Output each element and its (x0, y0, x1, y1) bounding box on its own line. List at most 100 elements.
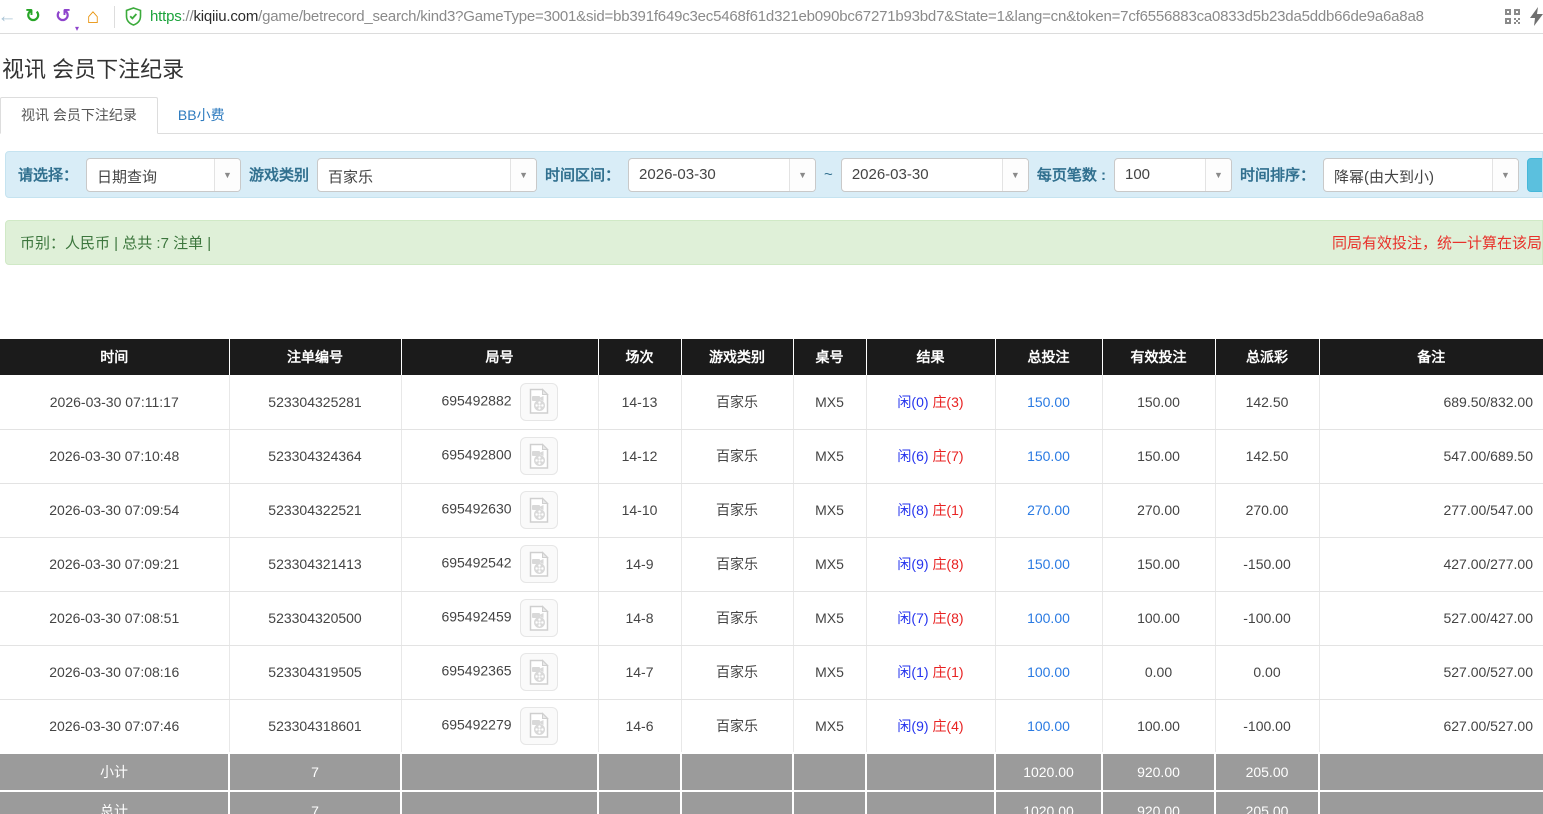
subtotal-label: 小计 (0, 753, 229, 791)
column-header: 注单编号 (229, 339, 401, 375)
cell-game-type: 百家乐 (681, 429, 793, 483)
video-replay-button[interactable] (520, 437, 558, 475)
table-row: 2026-03-30 07:11:17523304325281695492882… (0, 375, 1543, 429)
film-document-icon (528, 712, 550, 739)
home-icon[interactable]: ⌂ (80, 1, 106, 33)
table-row: 2026-03-30 07:09:54523304322521695492630… (0, 483, 1543, 537)
browser-toolbar: ← ↻ ↺▾ ⌂ https://kiqiiu.com/game/betreco… (0, 0, 1543, 34)
cell-total-bet: 100.00 (995, 591, 1102, 645)
cell-valid-bet: 100.00 (1102, 699, 1215, 753)
cell-valid-bet: 150.00 (1102, 375, 1215, 429)
cell-time: 2026-03-30 07:09:21 (0, 537, 229, 591)
cell-table-no: MX5 (793, 537, 866, 591)
total-bet-link[interactable]: 270.00 (1027, 502, 1070, 518)
table-foot: 小计71020.00920.00205.00总计71020.00920.0020… (0, 753, 1543, 814)
cell-table-no: MX5 (793, 699, 866, 753)
shield-check-icon[interactable] (125, 7, 142, 26)
lightning-icon[interactable] (1530, 7, 1543, 26)
subtotal-count: 7 (229, 753, 401, 791)
chevron-down-icon[interactable]: ▼ (1492, 159, 1518, 191)
total-bet-link[interactable]: 150.00 (1027, 556, 1070, 572)
cell-payout: -150.00 (1215, 537, 1319, 591)
film-document-icon (528, 659, 550, 686)
total-bet-link[interactable]: 100.00 (1027, 664, 1070, 680)
search-button[interactable]: 查询 (1527, 158, 1543, 192)
cell-session: 14-12 (598, 429, 681, 483)
video-replay-button[interactable] (520, 383, 558, 421)
column-header: 场次 (598, 339, 681, 375)
cell-table-no: MX5 (793, 375, 866, 429)
qr-code-icon[interactable] (1505, 9, 1520, 24)
cell-bet-id: 523304321413 (229, 537, 401, 591)
undo-caret-icon[interactable]: ▾ (75, 13, 79, 45)
cell-valid-bet: 150.00 (1102, 537, 1215, 591)
subtotal-empty-cell (598, 753, 681, 791)
column-header: 总派彩 (1215, 339, 1319, 375)
cell-time: 2026-03-30 07:09:54 (0, 483, 229, 537)
total-empty-cell (866, 791, 995, 814)
page-size-select[interactable]: 100 ▼ (1114, 158, 1232, 192)
total-label: 总计 (0, 791, 229, 814)
date-from-value: 2026-03-30 (629, 159, 789, 191)
chevron-down-icon[interactable]: ▼ (1205, 159, 1231, 191)
result-player: 闲(9) (897, 718, 928, 734)
address-bar[interactable]: https://kiqiiu.com/game/betrecord_search… (150, 8, 1491, 25)
filter-bar: 请选择： 日期查询 ▼ 游戏类别 百家乐 ▼ 时间区间： 2026-03-30 … (5, 151, 1543, 198)
back-icon[interactable]: ← (0, 1, 20, 33)
query-type-select[interactable]: 日期查询 ▼ (86, 158, 241, 192)
cell-payout: 142.50 (1215, 429, 1319, 483)
cell-game-type: 百家乐 (681, 483, 793, 537)
cell-round: 695492459 (401, 591, 598, 645)
cell-valid-bet: 270.00 (1102, 483, 1215, 537)
round-number: 695492365 (441, 663, 511, 679)
refresh-icon[interactable]: ↻ (20, 1, 46, 33)
chevron-down-icon[interactable]: ▼ (510, 159, 536, 191)
round-number: 695492630 (441, 501, 511, 517)
table-body: 2026-03-30 07:11:17523304325281695492882… (0, 375, 1543, 753)
game-type-select[interactable]: 百家乐 ▼ (317, 158, 537, 192)
cell-session: 14-10 (598, 483, 681, 537)
total-valid-bet: 920.00 (1102, 791, 1215, 814)
cell-total-bet: 100.00 (995, 645, 1102, 699)
cell-table-no: MX5 (793, 645, 866, 699)
total-bet-link[interactable]: 150.00 (1027, 394, 1070, 410)
total-bet-link[interactable]: 150.00 (1027, 448, 1070, 464)
subtotal-payout: 205.00 (1215, 753, 1319, 791)
video-replay-button[interactable] (520, 545, 558, 583)
cell-result: 闲(9) 庄(8) (866, 537, 995, 591)
subtotal-empty-cell (793, 753, 866, 791)
video-replay-button[interactable] (520, 707, 558, 745)
total-count: 7 (229, 791, 401, 814)
video-replay-button[interactable] (520, 599, 558, 637)
date-to-input[interactable]: 2026-03-30 ▼ (841, 158, 1029, 192)
film-document-icon (528, 497, 550, 524)
range-separator: ~ (824, 166, 833, 183)
cell-remark: 689.50/832.00 (1319, 375, 1543, 429)
cell-round: 695492630 (401, 483, 598, 537)
tab-bb-tip[interactable]: BB小费 (158, 98, 245, 133)
video-replay-button[interactable] (520, 491, 558, 529)
cell-table-no: MX5 (793, 591, 866, 645)
column-header: 备注 (1319, 339, 1543, 375)
chevron-down-icon[interactable]: ▼ (789, 159, 815, 191)
undo-icon[interactable]: ↺▾ (46, 1, 80, 33)
round-number: 695492459 (441, 609, 511, 625)
result-banker: 庄(3) (932, 394, 963, 410)
video-replay-button[interactable] (520, 653, 558, 691)
cell-payout: -100.00 (1215, 591, 1319, 645)
total-bet-link[interactable]: 100.00 (1027, 718, 1070, 734)
chevron-down-icon[interactable]: ▼ (214, 159, 240, 191)
round-number: 695492800 (441, 447, 511, 463)
subtotal-empty-cell (1319, 753, 1543, 791)
date-from-input[interactable]: 2026-03-30 ▼ (628, 158, 816, 192)
sort-select[interactable]: 降幂(由大到小) ▼ (1323, 158, 1519, 192)
result-banker: 庄(8) (932, 610, 963, 626)
date-to-value: 2026-03-30 (842, 159, 1002, 191)
subtotal-row: 小计71020.00920.00205.00 (0, 753, 1543, 791)
total-bet-link[interactable]: 100.00 (1027, 610, 1070, 626)
cell-payout: 142.50 (1215, 375, 1319, 429)
chevron-down-icon[interactable]: ▼ (1002, 159, 1028, 191)
tab-bet-records[interactable]: 视讯 会员下注纪录 (0, 97, 158, 134)
total-payout: 205.00 (1215, 791, 1319, 814)
cell-remark: 277.00/547.00 (1319, 483, 1543, 537)
